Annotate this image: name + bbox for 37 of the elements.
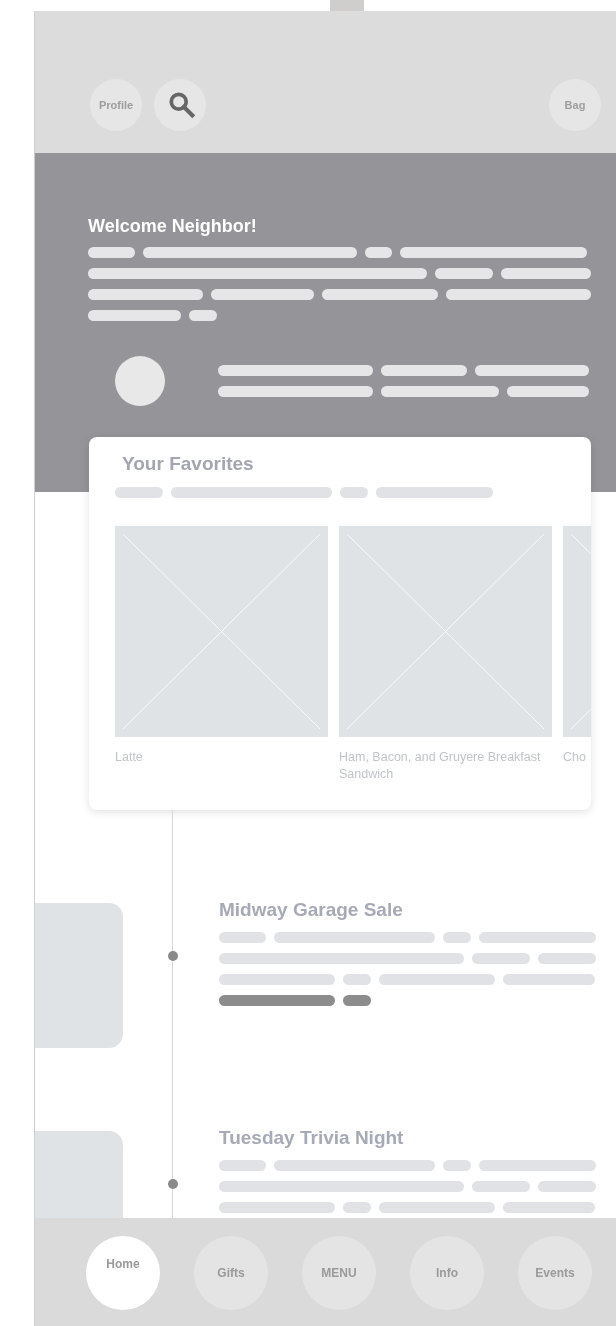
placeholder-line [472,1181,530,1192]
event-title: Midway Garage Sale [219,898,404,922]
search-button[interactable] [154,79,206,131]
placeholder-line [435,268,494,279]
placeholder-line [443,932,471,943]
placeholder-line [115,487,163,498]
placeholder-line [538,953,596,964]
placeholder-line [88,247,135,258]
placeholder-line [343,974,371,985]
nav-button[interactable]: Gifts [194,1236,268,1310]
event-title: Tuesday Trivia Night [219,1126,405,1150]
placeholder-line [343,995,371,1006]
item-label: Latte [115,749,144,766]
placeholder-line [219,932,266,943]
tab-marker [330,0,364,11]
item-label: Cho [563,749,586,766]
placeholder-line [340,487,368,498]
placeholder-line [538,1181,596,1192]
placeholder-line [365,247,392,258]
placeholder-line [219,1160,266,1171]
welcome-heading: Welcome Neighbor! [88,215,258,237]
header-button[interactable]: Profile [90,79,142,131]
placeholder-line [189,310,217,321]
favorites-heading: Your Favorites [121,453,255,475]
timeline-dot [168,951,178,961]
nav-button[interactable]: Info [410,1236,484,1310]
nav-button[interactable]: Events [518,1236,592,1310]
placeholder-line [472,953,530,964]
header-button[interactable]: Bag [549,79,601,131]
item-label: Ham, Bacon, and Gruyere Breakfast Sandwich [339,749,542,783]
timeline-dot [168,1179,178,1189]
nav-button[interactable]: MENU [302,1236,376,1310]
search-icon [168,91,196,119]
nav-button[interactable]: Home [86,1236,160,1310]
placeholder-line [343,1202,371,1213]
placeholder-line [443,1160,471,1171]
avatar-circle [115,356,165,406]
